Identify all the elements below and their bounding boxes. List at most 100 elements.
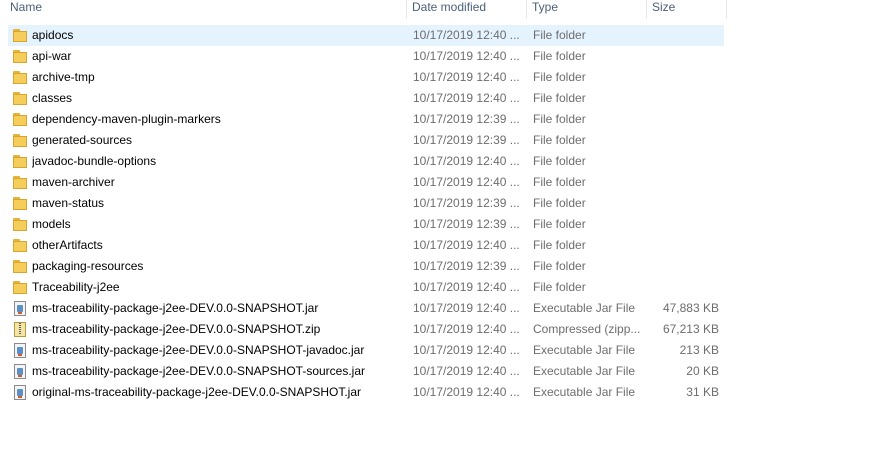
file-date-modified: 10/17/2019 12:40 ...	[413, 364, 520, 378]
file-name: javadoc-bundle-options	[32, 154, 157, 168]
file-row[interactable]: maven-status 10/17/2019 12:39 ... File fol…	[8, 193, 724, 214]
file-icon-cell	[12, 109, 28, 130]
file-icon-cell	[12, 298, 28, 319]
file-name: packaging-resources	[32, 259, 144, 273]
file-size	[648, 214, 719, 235]
file-icon-cell	[12, 235, 28, 256]
file-row[interactable]: ms-traceability-package-j2ee-DEV.0.0-SNA…	[8, 361, 724, 382]
file-date-modified: 10/17/2019 12:40 ...	[413, 154, 520, 168]
file-size	[648, 277, 719, 298]
file-date-modified: 10/17/2019 12:40 ...	[413, 91, 520, 105]
zip-file-icon	[12, 322, 28, 337]
file-type: Executable Jar File	[533, 343, 636, 357]
file-size	[648, 256, 719, 277]
file-type: File folder	[533, 154, 586, 168]
file-row[interactable]: api-war 10/17/2019 12:40 ... File folder	[8, 46, 724, 67]
file-row[interactable]: archive-tmp 10/17/2019 12:40 ... File fold…	[8, 67, 724, 88]
column-header-size[interactable]: Size	[647, 0, 727, 18]
file-size: 20 KB	[686, 364, 719, 378]
file-date-modified: 10/17/2019 12:40 ...	[413, 49, 520, 63]
file-size	[648, 151, 719, 172]
file-type: File folder	[533, 280, 586, 294]
file-type: Executable Jar File	[533, 385, 636, 399]
file-date-modified: 10/17/2019 12:40 ...	[413, 343, 520, 357]
file-name: classes	[32, 91, 73, 105]
file-icon-cell	[12, 382, 28, 403]
file-icon-cell	[12, 172, 28, 193]
file-type: File folder	[533, 175, 586, 189]
file-date-modified: 10/17/2019 12:40 ...	[413, 175, 520, 189]
file-size	[648, 193, 719, 214]
file-size: 67,213 KB	[662, 322, 719, 336]
file-date-modified: 10/17/2019 12:40 ...	[413, 322, 520, 336]
file-size: 213 KB	[679, 343, 719, 357]
folder-icon	[12, 49, 28, 64]
jar-file-icon	[12, 364, 28, 379]
file-row[interactable]: ms-traceability-package-j2ee-DEV.0.0-SNA…	[8, 319, 724, 340]
file-type: File folder	[533, 133, 586, 147]
folder-icon	[12, 280, 28, 295]
file-row[interactable]: generated-sources 10/17/2019 12:39 ... Fil…	[8, 130, 724, 151]
file-size	[648, 46, 719, 67]
file-date-modified: 10/17/2019 12:39 ...	[413, 196, 520, 210]
file-size	[648, 109, 719, 130]
file-type: File folder	[533, 196, 586, 210]
folder-icon	[12, 238, 28, 253]
file-type: Executable Jar File	[533, 301, 636, 315]
file-type: Executable Jar File	[533, 364, 636, 378]
file-icon-cell	[12, 25, 28, 46]
file-name: generated-sources	[32, 133, 133, 147]
file-row[interactable]: Traceability-j2ee 10/17/2019 12:40 ... Fil…	[8, 277, 724, 298]
file-size	[648, 235, 719, 256]
file-name: maven-status	[32, 196, 105, 210]
file-name: dependency-maven-plugin-markers	[32, 112, 221, 126]
file-row[interactable]: classes 10/17/2019 12:40 ... File folder	[8, 88, 724, 109]
file-date-modified: 10/17/2019 12:40 ...	[413, 385, 520, 399]
file-type: File folder	[533, 28, 586, 42]
file-type: File folder	[533, 112, 586, 126]
column-header-type[interactable]: Type	[527, 0, 647, 18]
file-name: maven-archiver	[32, 175, 115, 189]
file-row[interactable]: ms-traceability-package-j2ee-DEV.0.0-SNA…	[8, 340, 724, 361]
file-date-modified: 10/17/2019 12:39 ...	[413, 112, 520, 126]
file-row[interactable]: models 10/17/2019 12:39 ... File folder	[8, 214, 724, 235]
file-size	[648, 25, 719, 46]
file-type: File folder	[533, 70, 586, 84]
file-icon-cell	[12, 88, 28, 109]
column-header-name[interactable]: Name	[4, 0, 407, 18]
folder-icon	[12, 70, 28, 85]
file-size	[648, 67, 719, 88]
file-row[interactable]: otherArtifacts 10/17/2019 12:40 ... File f…	[8, 235, 724, 256]
file-type: File folder	[533, 49, 586, 63]
file-name: ms-traceability-package-j2ee-DEV.0.0-SNA…	[32, 343, 365, 357]
file-name: otherArtifacts	[32, 238, 103, 252]
folder-icon	[12, 91, 28, 106]
file-row[interactable]: apidocs 10/17/2019 12:40 ... File folder	[8, 25, 724, 46]
file-name: ms-traceability-package-j2ee-DEV.0.0-SNA…	[32, 301, 319, 315]
file-row[interactable]: ms-traceability-package-j2ee-DEV.0.0-SNA…	[8, 298, 724, 319]
file-size: 47,883 KB	[662, 301, 719, 315]
file-icon-cell	[12, 151, 28, 172]
file-row[interactable]: javadoc-bundle-options 10/17/2019 12:40 .…	[8, 151, 724, 172]
file-type: File folder	[533, 217, 586, 231]
file-row[interactable]: dependency-maven-plugin-markers 10/17/201…	[8, 109, 724, 130]
column-header-date-modified[interactable]: Date modified	[407, 0, 527, 18]
file-icon-cell	[12, 214, 28, 235]
file-size	[648, 88, 719, 109]
column-header-bar: Name Date modified Type Size	[0, 0, 727, 18]
file-name: ms-traceability-package-j2ee-DEV.0.0-SNA…	[32, 322, 321, 336]
file-date-modified: 10/17/2019 12:39 ...	[413, 259, 520, 273]
file-icon-cell	[12, 361, 28, 382]
file-icon-cell	[12, 130, 28, 151]
folder-icon	[12, 175, 28, 190]
file-icon-cell	[12, 340, 28, 361]
jar-file-icon	[12, 343, 28, 358]
file-row[interactable]: packaging-resources 10/17/2019 12:39 ... F…	[8, 256, 724, 277]
file-row[interactable]: original-ms-traceability-package-j2ee-DE…	[8, 382, 724, 403]
file-icon-cell	[12, 277, 28, 298]
folder-icon	[12, 196, 28, 211]
file-row[interactable]: maven-archiver 10/17/2019 12:40 ... File f…	[8, 172, 724, 193]
file-name: apidocs	[32, 28, 74, 42]
file-explorer: Name Date modified Type Size apidocs 10/1…	[0, 0, 886, 471]
jar-file-icon	[12, 301, 28, 316]
